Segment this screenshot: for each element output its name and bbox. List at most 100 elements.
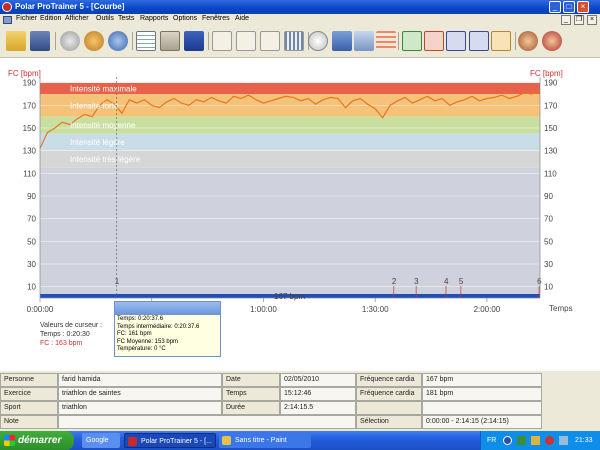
- add-exercise-icon[interactable]: [60, 31, 80, 51]
- cursor-values-panel: Valeurs de curseur : Temps : 0:20:30 FC …: [40, 321, 102, 348]
- mdi-minimize-button[interactable]: _: [561, 15, 571, 25]
- notebook-icon[interactable]: [160, 31, 180, 51]
- mdi-close-button[interactable]: ×: [587, 15, 597, 25]
- temps-label: Temps: [222, 387, 280, 401]
- volume-icon[interactable]: [559, 436, 568, 445]
- average-hr-label: 167 bpm: [274, 292, 305, 301]
- zoom-icon[interactable]: [308, 31, 328, 51]
- toolbar-separator: [515, 32, 516, 50]
- personne-value[interactable]: farid hamida: [58, 373, 222, 387]
- pie-chart-icon[interactable]: [260, 31, 280, 51]
- date-value[interactable]: 02/05/2010: [280, 373, 356, 387]
- y-tick-label-left: 50: [27, 237, 36, 246]
- heart-rate-chart[interactable]: Intensité maximale Intensité forte Intensi…: [0, 58, 600, 371]
- zone-label: Intensité très légère: [70, 155, 141, 164]
- columns-chart-icon[interactable]: [284, 31, 304, 51]
- zone-chart-2-icon[interactable]: [424, 31, 444, 51]
- taskbar: démarrer Google Polar ProTrainer 5 - [..…: [0, 431, 600, 450]
- y-tick-label-left: 190: [23, 79, 37, 88]
- close-button[interactable]: ×: [577, 1, 589, 13]
- y-tick-label-right: 90: [544, 192, 553, 201]
- y-tick-label-left: 70: [27, 215, 36, 224]
- fc-moyenne-value[interactable]: 167 bpm: [422, 373, 542, 387]
- system-tray: FR 21:33: [480, 431, 600, 450]
- empty-label: [356, 401, 422, 415]
- cursor-tooltip: Temps: 0:20:37.6 Temps intermédiaire: 0:…: [114, 301, 221, 357]
- globe-icon[interactable]: [108, 31, 128, 51]
- zone-label: Intensité forte: [70, 101, 119, 110]
- selection-value[interactable]: 0:00:00 - 2:14:15 (2:14:15): [422, 415, 542, 429]
- y-tick-label-left: 130: [23, 147, 37, 156]
- menu-aide[interactable]: Aide: [235, 15, 249, 22]
- y-tick-label-right: 50: [544, 237, 553, 246]
- blue-book-icon[interactable]: [184, 31, 204, 51]
- tools-icon[interactable]: [84, 31, 104, 51]
- duree-value[interactable]: 2:14:15.5: [280, 401, 356, 415]
- cursor-hr: FC : 163 bpm: [40, 340, 83, 347]
- exercice-value[interactable]: triathlon de saintes: [58, 387, 222, 401]
- mdi-restore-button[interactable]: ❐: [574, 15, 584, 25]
- zone-label: Intensité moyenne: [70, 121, 136, 130]
- start-button[interactable]: démarrer: [0, 431, 74, 450]
- taskbar-item-polar[interactable]: Polar ProTrainer 5 - [...: [124, 433, 216, 448]
- zone-chart-5-icon[interactable]: [491, 31, 511, 51]
- target-icon[interactable]: [332, 31, 352, 51]
- personne-label: Personne: [0, 373, 58, 387]
- lap-label: 1: [115, 277, 120, 286]
- sport-value[interactable]: triathlon: [58, 401, 222, 415]
- toolbar-separator: [55, 32, 56, 50]
- minimize-button[interactable]: _: [549, 1, 561, 13]
- zone-chart-1-icon[interactable]: [402, 31, 422, 51]
- taskbar-item-paint[interactable]: Sans titre - Paint: [219, 433, 311, 448]
- zone-chart-3-icon[interactable]: [446, 31, 466, 51]
- tooltip-avg-hr: FC Moyenne: 153 bpm: [117, 338, 179, 345]
- exercice-label: Exercice: [0, 387, 58, 401]
- zone-chart-4-icon[interactable]: [469, 31, 489, 51]
- save-icon[interactable]: [30, 31, 50, 51]
- google-toolbar-button[interactable]: Google: [82, 433, 120, 448]
- tray-app-icon[interactable]: [531, 436, 540, 445]
- menu-options[interactable]: Options: [173, 15, 197, 22]
- security-icon[interactable]: [545, 436, 554, 445]
- note-value[interactable]: [58, 415, 356, 429]
- y-tick-label-left: 170: [23, 101, 37, 110]
- fc-max-label: Fréquence cardia: [356, 387, 422, 401]
- menu-afficher[interactable]: Afficher: [65, 15, 89, 22]
- x-tick-label: 2:00:00: [474, 305, 501, 314]
- fc-max-value[interactable]: 181 bpm: [422, 387, 542, 401]
- empty-value: [422, 401, 542, 415]
- users-icon[interactable]: [518, 31, 538, 51]
- bar-chart-icon[interactable]: [236, 31, 256, 51]
- zone-label: Intensité maximale: [70, 84, 137, 93]
- tooltip-split-time: Temps intermédiaire: 0:20:37.6: [117, 323, 200, 330]
- menu-outils[interactable]: Outils: [96, 15, 114, 22]
- x-tick-label: 0:00:00: [27, 305, 54, 314]
- y-tick-label-left: 10: [27, 283, 36, 292]
- menu-rapports[interactable]: Rapports: [140, 15, 168, 22]
- person-icon[interactable]: [542, 31, 562, 51]
- language-indicator[interactable]: FR: [487, 431, 496, 450]
- menu-tests[interactable]: Tests: [118, 15, 134, 22]
- sport-label: Sport: [0, 401, 58, 415]
- temps-value[interactable]: 15:12:46: [280, 387, 356, 401]
- line-chart-icon[interactable]: [212, 31, 232, 51]
- paint-app-icon: [222, 436, 231, 445]
- tooltip-hr: FC: 161 bpm: [117, 331, 152, 338]
- wave-icon[interactable]: [376, 31, 396, 51]
- y-tick-label-right: 190: [544, 79, 558, 88]
- open-folder-icon[interactable]: [6, 31, 26, 51]
- menu-fenetres[interactable]: Fenêtres: [202, 15, 230, 22]
- document-icon: [3, 16, 12, 24]
- maximize-button[interactable]: □: [563, 1, 575, 13]
- network-icon[interactable]: [517, 436, 526, 445]
- y-tick-label-right: 130: [544, 147, 558, 156]
- menu-edition[interactable]: Edition: [40, 15, 61, 22]
- toolbar-separator: [208, 32, 209, 50]
- menu-fichier[interactable]: Fichier: [16, 15, 37, 22]
- menu-bar: Fichier Edition Afficher Outils Tests Ra…: [0, 14, 600, 26]
- merge-icon[interactable]: [354, 31, 374, 51]
- calendar-icon[interactable]: [136, 31, 156, 51]
- help-icon[interactable]: [503, 436, 512, 445]
- y-tick-label-right: 110: [544, 169, 557, 178]
- title-bar: Polar ProTrainer 5 - [Courbe] _ □ ×: [0, 0, 600, 14]
